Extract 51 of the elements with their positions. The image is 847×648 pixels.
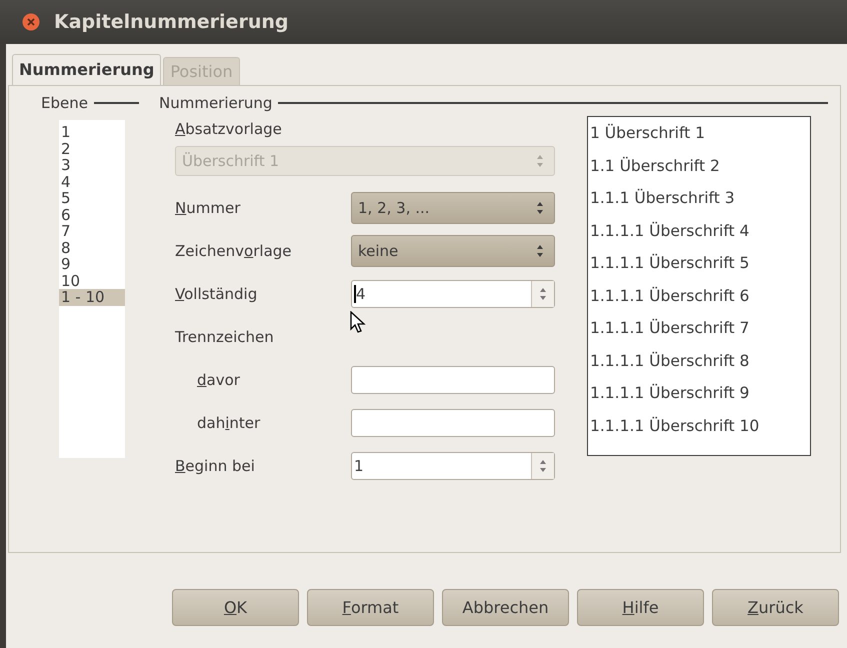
field-label: Nummer — [175, 198, 242, 216]
tab[interactable]: Nummerierung — [12, 54, 162, 85]
field-label: davor — [196, 370, 241, 388]
list-item[interactable]: 5 — [59, 190, 125, 206]
dialog-button[interactable]: Abbrechen — [442, 589, 569, 626]
preview-line: 1.1.1 Überschrift 3 — [589, 189, 736, 209]
list-item[interactable]: 2 — [59, 140, 125, 157]
list-item[interactable]: 1 - 10 — [59, 289, 125, 306]
dropdown[interactable]: keine — [351, 234, 555, 266]
group-title: Ebene — [41, 94, 88, 112]
list-item[interactable]: 10 — [59, 272, 125, 289]
spinner-arrows-icon — [536, 200, 544, 214]
list-item[interactable]: 3 — [59, 157, 125, 174]
preview-line: 1.1.1.1 Überschrift 5 — [589, 254, 750, 274]
spinner-arrows-icon — [539, 286, 547, 300]
preview-line: 1 Überschrift 1 — [589, 124, 706, 144]
list-item[interactable]: 6 — [59, 206, 125, 223]
field-label: Zeichenvorlage — [175, 242, 293, 260]
preview-line: 1.1.1.1 Überschrift 9 — [589, 384, 750, 404]
spinner-arrows-icon — [536, 154, 544, 168]
dialog-button[interactable]: Format — [307, 589, 434, 626]
dialog-button[interactable]: OK — [172, 589, 299, 626]
list-item[interactable]: 7 — [59, 223, 125, 240]
spinner-arrows-icon — [536, 244, 544, 258]
list-item[interactable]: 1 — [59, 124, 125, 140]
group-title: Nummerierung — [159, 94, 272, 112]
preview-line: 1.1.1.1 Überschrift 10 — [589, 416, 760, 436]
preview-line: 1.1 Überschrift 2 — [589, 156, 721, 176]
field-label: Trennzeichen — [175, 328, 275, 346]
dialog-button[interactable]: Hilfe — [577, 589, 704, 626]
preview-line: 1.1.1.1 Überschrift 7 — [589, 319, 750, 339]
field-label: Absatzvorlage — [175, 120, 283, 138]
text-caret-icon — [354, 284, 356, 302]
mouse-pointer-icon — [350, 310, 366, 332]
input-field[interactable] — [351, 366, 555, 394]
field-label: dahinter — [196, 414, 262, 432]
preview-line: 1.1.1.1 Überschrift 4 — [589, 222, 750, 242]
list-item[interactable]: 8 — [59, 240, 125, 256]
list-item[interactable]: 9 — [59, 256, 125, 272]
window-title: Kapitelnummerierung — [54, 11, 288, 33]
field-label: Vollständig — [175, 284, 258, 302]
input-field[interactable] — [351, 408, 555, 436]
preview-line: 1.1.1.1 Überschrift 6 — [589, 286, 750, 306]
preview-line: 1.1.1.1 Überschrift 8 — [589, 352, 750, 372]
spin-field[interactable]: 1 — [351, 452, 555, 480]
spinner-arrows-icon — [539, 458, 547, 472]
dialog-button[interactable]: Zurück — [712, 589, 839, 626]
field-label: Beginn bei — [175, 456, 256, 474]
dropdown[interactable]: 1, 2, 3, ... — [351, 192, 555, 224]
close-icon[interactable] — [22, 13, 40, 31]
list-item[interactable]: 4 — [59, 174, 125, 190]
